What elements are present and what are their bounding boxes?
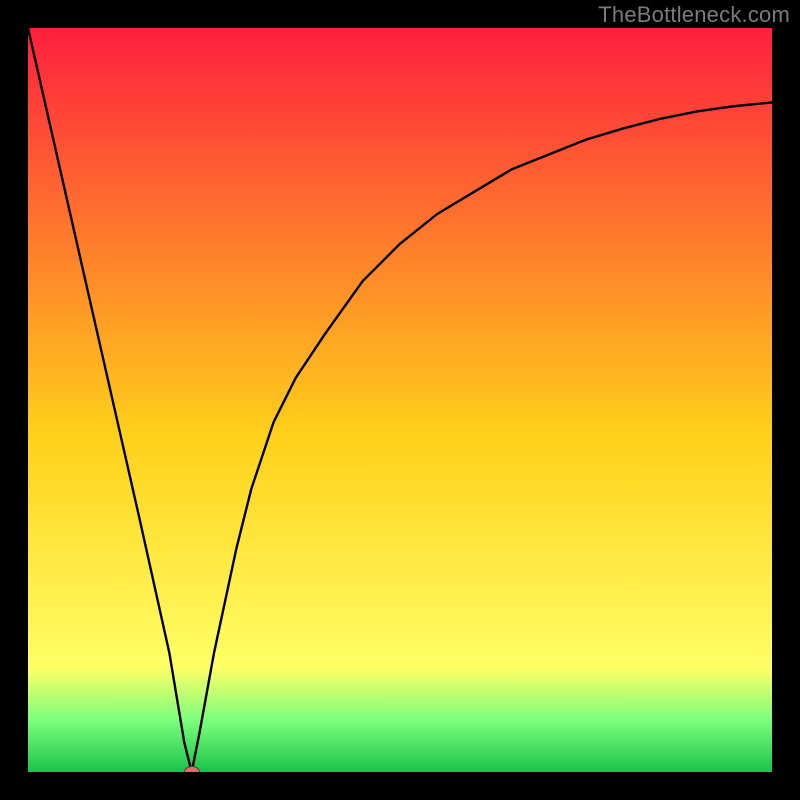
watermark-text: TheBottleneck.com [598,2,790,28]
gradient-background [28,28,772,772]
bottleneck-plot-svg [28,28,772,772]
chart-frame: TheBottleneck.com [0,0,800,800]
plot-area [28,28,772,772]
minimum-point-marker [184,766,200,772]
